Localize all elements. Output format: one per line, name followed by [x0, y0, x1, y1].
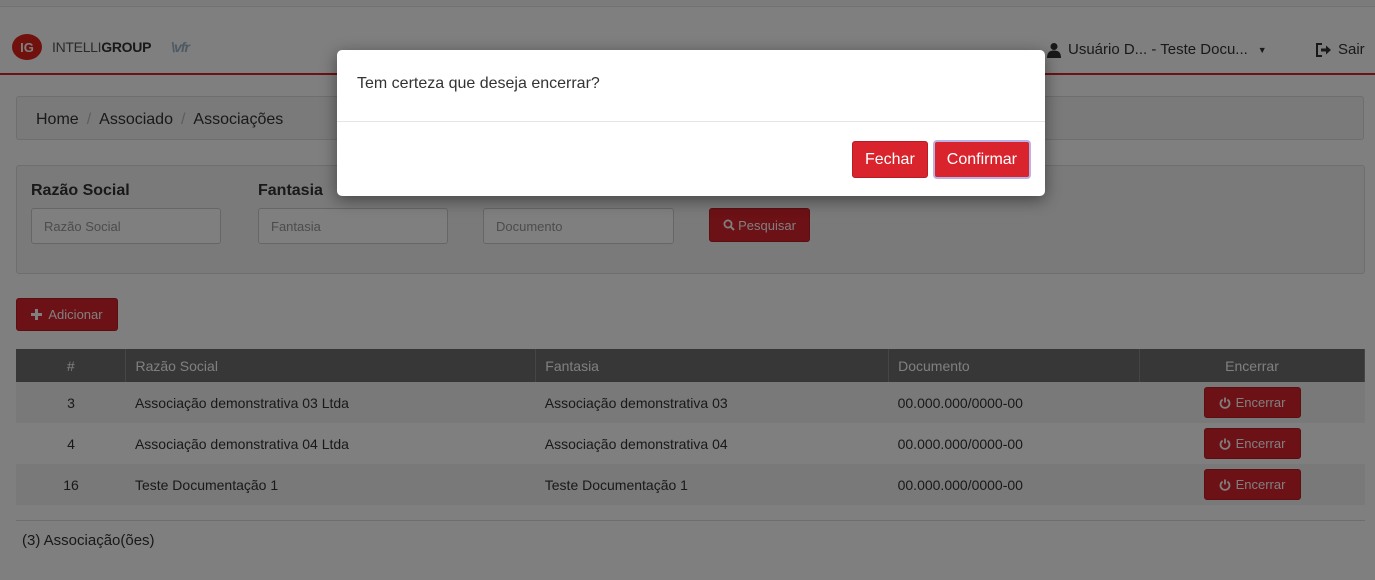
- dialog-message: Tem certeza que deseja encerrar?: [337, 50, 1045, 122]
- dialog-footer: Fechar Confirmar: [851, 140, 1032, 179]
- close-button[interactable]: Fechar: [851, 141, 928, 178]
- confirm-dialog: Tem certeza que deseja encerrar? Fechar …: [337, 50, 1045, 196]
- confirm-button[interactable]: Confirmar: [932, 140, 1032, 179]
